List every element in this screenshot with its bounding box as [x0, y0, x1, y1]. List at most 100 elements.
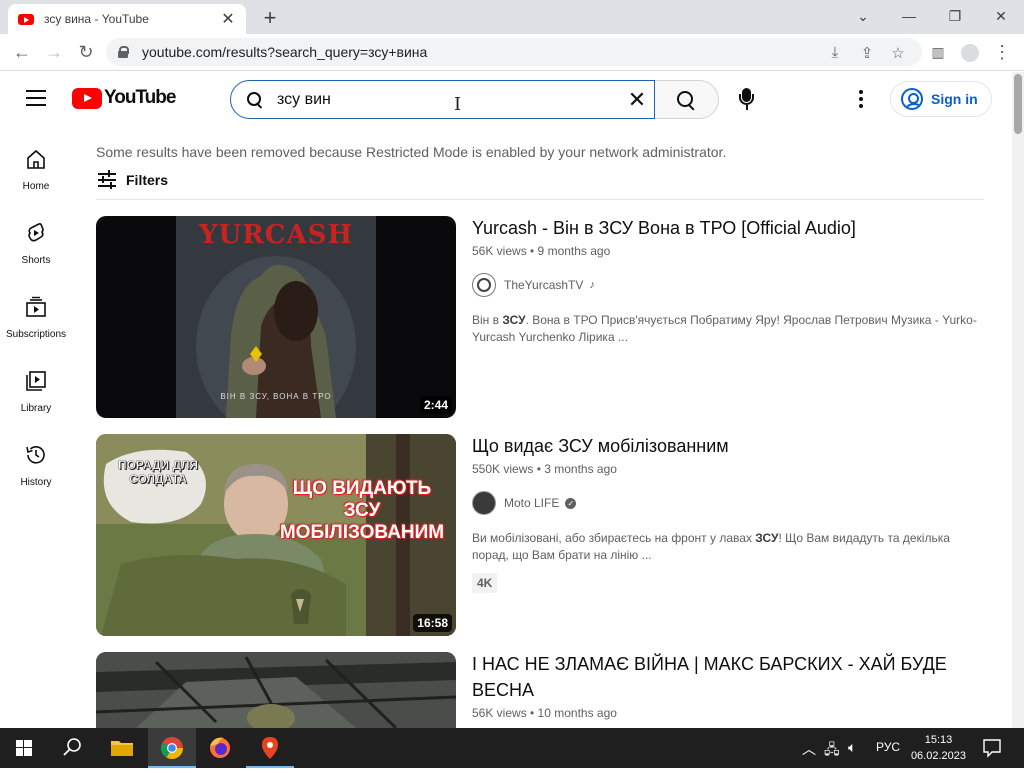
reload-icon[interactable]: ↻: [74, 40, 98, 64]
share-icon[interactable]: ⇪: [858, 44, 876, 62]
browser-toolbar: ← → ↻ youtube.com/results?search_query=з…: [0, 34, 1024, 71]
clock-time: 15:13: [924, 734, 953, 746]
music-note-icon: ♪: [589, 279, 595, 291]
taskbar-clock[interactable]: 15:13 06.02.2023: [911, 732, 966, 764]
logo-text: YouTube: [104, 87, 176, 108]
chrome-taskbar-icon[interactable]: [148, 728, 196, 768]
scrollbar-thumb[interactable]: [1014, 74, 1022, 134]
sidebar-item-home[interactable]: Home: [0, 148, 72, 192]
scrollbar[interactable]: [1012, 72, 1024, 728]
back-icon[interactable]: ←: [10, 40, 34, 64]
video-title[interactable]: Yurcash - Він в ЗСУ Вона в ТРО [Official…: [472, 215, 972, 241]
language-indicator[interactable]: РУС: [876, 740, 900, 754]
sidebar-item-label: History: [20, 477, 52, 488]
restricted-mode-notice: Some results have been removed because R…: [96, 144, 727, 160]
network-icon[interactable]: 🖧: [824, 739, 840, 763]
forward-icon[interactable]: →: [42, 40, 66, 64]
youtube-play-icon: [72, 87, 102, 109]
video-duration: 16:58: [413, 614, 452, 632]
divider: [96, 199, 984, 200]
search-input[interactable]: [277, 90, 617, 109]
windows-start-icon[interactable]: [0, 728, 48, 768]
channel-avatar[interactable]: [472, 491, 496, 515]
video-thumbnail[interactable]: ПОРАДИ ДЛЯ СОЛДАТА ЩО ВИДАЮТЬ ЗСУ МОБІЛІ…: [96, 434, 456, 636]
subscriptions-icon: [26, 296, 46, 317]
clear-search-icon[interactable]: ✕: [626, 89, 648, 111]
file-explorer-icon[interactable]: [98, 728, 146, 768]
channel-name[interactable]: Moto LIFE: [504, 496, 559, 510]
shorts-icon: [28, 223, 44, 242]
sidebar-item-shorts[interactable]: Shorts: [0, 222, 72, 266]
channel-link[interactable]: TheYurcashTV ♪: [472, 273, 595, 297]
sidebar-item-label: Subscriptions: [5, 329, 67, 340]
channel-name[interactable]: TheYurcashTV: [504, 278, 583, 292]
lock-icon[interactable]: [118, 46, 129, 58]
video-description: Він в ЗСУ. Вона в ТРО Присв'ячується Поб…: [472, 313, 977, 344]
verified-icon: ✓: [565, 497, 577, 509]
thumbnail-text: ЩО ВИДАЮТЬ ЗСУ МОБІЛІЗОВАНИМ: [279, 478, 445, 543]
sign-in-button[interactable]: Sign in: [890, 81, 992, 117]
voice-search-icon[interactable]: [737, 88, 757, 112]
channel-link[interactable]: Moto LIFE ✓: [472, 491, 577, 515]
video-title[interactable]: І НАС НЕ ЗЛАМАЄ ВІЙНА | МАКС БАРСКИХ - Х…: [472, 651, 972, 703]
sidebar-item-history[interactable]: History: [0, 444, 72, 488]
volume-icon[interactable]: 🔈︎: [848, 739, 856, 756]
filters-icon: [96, 170, 118, 190]
video-thumbnail[interactable]: [96, 652, 456, 728]
maximize-button[interactable]: ❐: [932, 4, 978, 28]
menu-hamburger-icon[interactable]: [26, 90, 46, 106]
tab-close-icon[interactable]: ✕: [220, 9, 236, 29]
search-icon: [677, 91, 695, 109]
thumbnail-title: YURCASH: [198, 220, 354, 250]
search-icon: [247, 91, 263, 108]
sidebar-item-library[interactable]: Library: [0, 370, 72, 414]
video-description: Ви мобілізовані, або збираєтесь на фронт…: [472, 531, 950, 562]
settings-more-icon[interactable]: [856, 90, 866, 110]
video-title[interactable]: Що видає ЗСУ мобілізованним: [472, 433, 972, 459]
clock-date: 06.02.2023: [910, 750, 966, 762]
tab-search-button[interactable]: ⌄: [840, 4, 886, 28]
search-button[interactable]: [655, 80, 719, 119]
firefox-taskbar-icon[interactable]: [196, 728, 244, 768]
filters-button[interactable]: Filters: [96, 170, 168, 190]
minimize-button[interactable]: —: [886, 4, 932, 28]
address-bar[interactable]: youtube.com/results?search_query=зсу+вин…: [106, 38, 922, 66]
video-duration: 2:44: [419, 396, 452, 414]
browser-tab[interactable]: зсу вина - YouTube ✕: [8, 4, 246, 34]
home-icon: [27, 149, 45, 169]
show-hidden-icons[interactable]: ︿: [802, 739, 816, 759]
notifications-icon[interactable]: [972, 728, 1020, 768]
filters-label: Filters: [126, 172, 169, 188]
quality-badge: 4K: [472, 573, 498, 593]
side-panel-icon[interactable]: ▥: [926, 40, 950, 64]
history-icon: [26, 446, 45, 464]
close-window-button[interactable]: ✕: [978, 4, 1024, 28]
app-taskbar-icon[interactable]: [246, 728, 294, 768]
account-icon: [901, 88, 923, 110]
sidebar-item-label: Library: [20, 403, 52, 414]
youtube-favicon: [18, 13, 34, 25]
sidebar-item-label: Shorts: [21, 255, 51, 266]
channel-avatar[interactable]: [472, 273, 496, 297]
sidebar-item-subscriptions[interactable]: Subscriptions: [0, 296, 72, 340]
youtube-header: YouTube ✕ Sign in: [0, 72, 1012, 128]
install-icon[interactable]: ⤓: [826, 44, 844, 61]
profile-icon[interactable]: [958, 40, 982, 64]
url-text[interactable]: youtube.com/results?search_query=зсу+вин…: [142, 44, 427, 60]
tab-title: зсу вина - YouTube: [44, 12, 149, 26]
video-meta: 56K views • 9 months ago: [472, 244, 611, 258]
video-meta: 550K views • 3 months ago: [472, 462, 617, 476]
video-thumbnail[interactable]: YURCASH ВІН В ЗСУ, ВОНА В ТРО 2:44: [96, 216, 456, 418]
thumbnail-artwork: [96, 652, 456, 728]
taskbar-search-icon[interactable]: [48, 728, 96, 768]
browser-tab-bar: зсу вина - YouTube ✕ + ⌄ — ❐ ✕: [0, 0, 1024, 34]
video-meta: 56K views • 10 months ago: [472, 706, 617, 720]
chrome-menu-icon[interactable]: ⋮: [990, 40, 1014, 64]
sign-in-label: Sign in: [931, 91, 978, 107]
thumbnail-bubble-text: ПОРАДИ ДЛЯ СОЛДАТА: [117, 458, 199, 486]
youtube-logo[interactable]: YouTube: [72, 87, 176, 109]
bookmark-star-icon[interactable]: ☆: [889, 44, 907, 62]
new-tab-button[interactable]: +: [258, 5, 282, 31]
search-box[interactable]: ✕: [230, 80, 655, 119]
sidebar-item-label: Home: [22, 181, 50, 192]
